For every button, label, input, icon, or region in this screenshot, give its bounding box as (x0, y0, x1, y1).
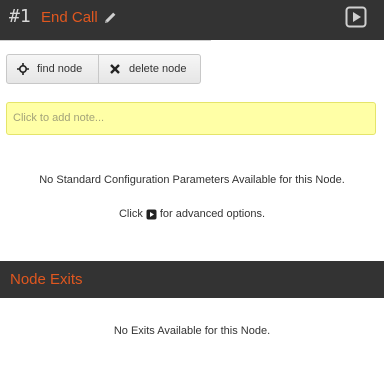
add-note-field[interactable]: Click to add note... (6, 102, 376, 135)
no-exits-message: No Exits Available for this Node. (113, 325, 271, 337)
node-actions: find node delete node (6, 54, 201, 84)
find-node-button[interactable]: find node (7, 55, 98, 83)
node-exits-header: Node Exits (0, 261, 384, 298)
advanced-hint-suffix: for advanced options. (159, 208, 266, 220)
find-node-label: find node (37, 63, 83, 75)
node-number: #1 (9, 6, 31, 27)
node-exits-title: Node Exits (10, 271, 83, 288)
x-icon (110, 64, 120, 74)
delete-node-label: delete node (129, 63, 187, 75)
advanced-hint-prefix: Click (118, 208, 143, 220)
node-title[interactable]: End Call (41, 8, 98, 28)
node-header: #1 End Call (0, 0, 384, 40)
delete-node-button[interactable]: delete node (98, 55, 200, 83)
pencil-icon[interactable] (104, 11, 117, 24)
crosshair-icon (17, 63, 29, 75)
play-square-icon[interactable] (146, 209, 157, 220)
advanced-hint: Click for advanced options. (0, 208, 384, 220)
advanced-options-icon[interactable] (345, 6, 367, 28)
header-divider (0, 40, 211, 41)
no-params-message: No Standard Configuration Parameters Ava… (39, 174, 345, 186)
